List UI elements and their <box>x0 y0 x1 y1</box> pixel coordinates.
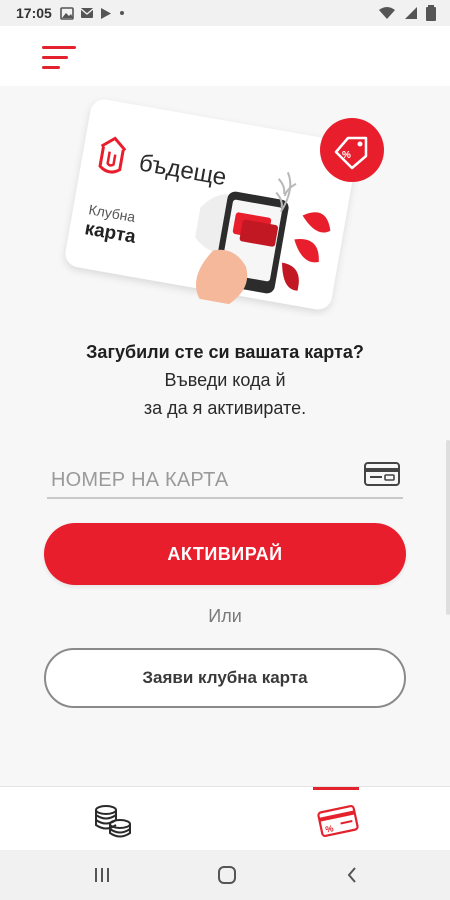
scrollbar[interactable] <box>446 440 450 615</box>
club-card-graphic: бъдеще Клубна карта % <box>65 99 384 310</box>
mail-notification-icon <box>80 8 94 18</box>
card-number-input[interactable] <box>49 463 353 497</box>
home-button[interactable] <box>207 862 247 888</box>
lost-card-title: Загубили сте си вашата карта? <box>86 342 364 362</box>
request-club-card-button[interactable]: Заяви клубна карта <box>44 648 406 708</box>
svg-text:%: % <box>342 150 351 161</box>
discount-tag-icon: % <box>320 118 384 182</box>
club-card-illustration: бъдеще Клубна карта % <box>40 92 410 317</box>
system-status-icons <box>378 5 436 21</box>
recent-apps-icon <box>95 868 109 882</box>
back-button[interactable] <box>332 862 372 888</box>
status-bar: 17:05 <box>0 0 450 26</box>
coins-icon <box>95 805 131 838</box>
prompt-line-2: за да я активирате. <box>143 398 307 418</box>
status-time: 17:05 <box>16 5 52 21</box>
tab-club-card[interactable]: % <box>225 787 450 851</box>
app-header <box>0 26 450 86</box>
activate-button[interactable]: АКТИВИРАЙ <box>44 523 406 585</box>
home-icon <box>218 866 236 884</box>
card-number-field <box>47 457 403 499</box>
hamburger-menu-icon[interactable] <box>42 44 82 72</box>
prompt-line-1: Въведи кода й <box>164 370 286 390</box>
discount-card-icon: % <box>317 804 359 838</box>
tab-coins[interactable] <box>0 787 225 851</box>
recent-apps-button[interactable] <box>82 862 122 888</box>
dot-icon <box>119 11 124 15</box>
battery-icon <box>426 5 436 21</box>
signal-icon <box>405 7 417 19</box>
system-navigation-bar <box>0 850 450 900</box>
wifi-icon <box>379 7 395 19</box>
or-separator: Или <box>208 606 242 626</box>
play-store-icon <box>100 7 111 19</box>
bottom-navigation: % <box>0 786 450 851</box>
image-notification-icon <box>60 6 74 20</box>
notification-icons <box>60 6 126 20</box>
back-icon <box>347 867 356 883</box>
svg-text:%: % <box>325 823 335 834</box>
credit-card-icon <box>363 461 401 492</box>
